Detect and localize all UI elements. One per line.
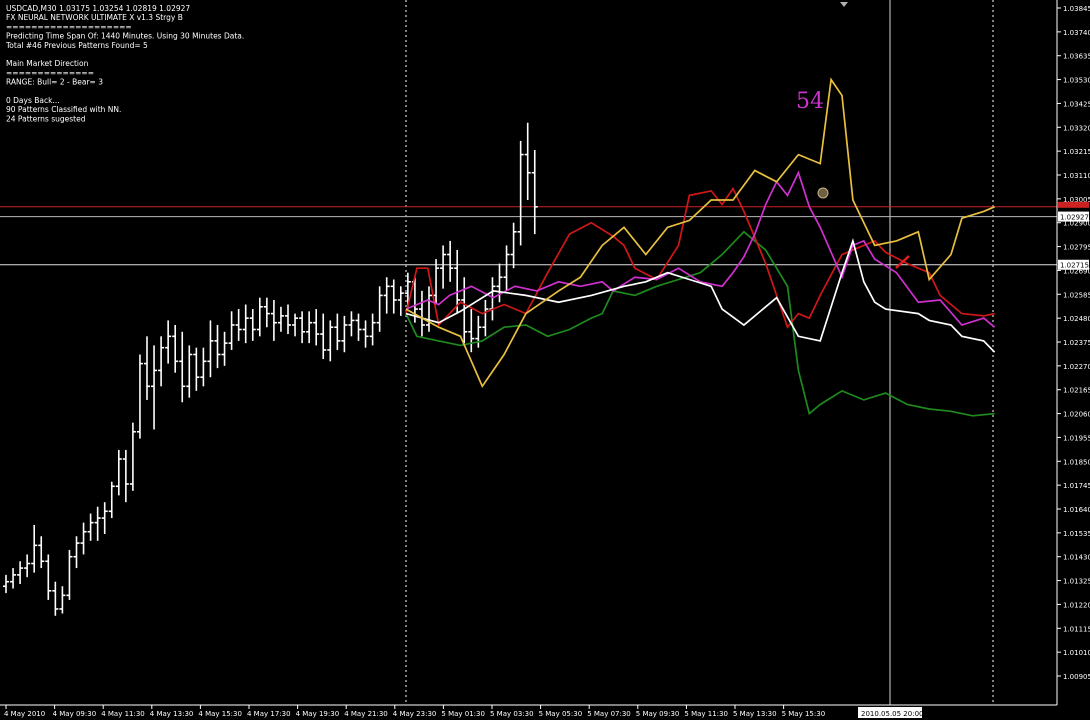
pattern-count-annotation: 54 <box>796 89 824 114</box>
time-tick-label: 5 May 13:30 <box>733 710 777 718</box>
price-tick-label: 1.01115 <box>1063 625 1090 633</box>
price-tick-label: 1.01535 <box>1063 530 1090 538</box>
price-tick-label: 1.01220 <box>1063 601 1090 609</box>
info-line: 90 Patterns Classified with NN. <box>6 105 121 114</box>
time-tick-label: 5 May 09:30 <box>636 710 680 718</box>
price-chart[interactable]: 1.03845 1.03740 1.03635 1.03530 1.03425 1.033… <box>0 0 1090 720</box>
chart-background <box>0 0 1090 720</box>
price-tick-label: 1.03740 <box>1063 29 1090 37</box>
time-tick-label: 5 May 03:30 <box>490 710 534 718</box>
pattern-marker <box>817 187 829 199</box>
price-tick-label: 1.01850 <box>1063 458 1090 466</box>
time-tick-label: 4 May 15:30 <box>198 710 242 718</box>
price-tick-label: 1.01745 <box>1063 482 1090 490</box>
price-tick-label: 1.01955 <box>1063 434 1090 442</box>
info-line: FX NEURAL NETWORK ULTIMATE X v1.3 Strgy … <box>6 13 183 22</box>
price-tick-label: 1.01430 <box>1063 554 1090 562</box>
price-tick-label: 1.03110 <box>1063 172 1090 180</box>
info-line: Main Market Direction <box>6 59 89 68</box>
price-tick-label: 1.03845 <box>1063 5 1090 13</box>
info-line: ==================== <box>6 22 132 31</box>
info-line: Total #46 Previous Patterns Found= 5 <box>5 41 148 50</box>
time-tick-label: 5 May 15:30 <box>782 710 826 718</box>
price-tick-label: 1.01325 <box>1063 578 1090 586</box>
price-tick-label: 1.02585 <box>1063 291 1090 299</box>
time-tick-label: 4 May 19:30 <box>296 710 340 718</box>
time-tick-label: 4 May 13:30 <box>150 710 194 718</box>
price-tick-label: 1.02795 <box>1063 244 1090 252</box>
time-tick-label: 4 May 11:30 <box>101 710 145 718</box>
info-line: ============== <box>6 68 94 77</box>
time-tick-label: 4 May 2010 <box>4 710 45 718</box>
info-line: 24 Patterns sugested <box>6 114 86 123</box>
time-tick-label: 4 May 23:30 <box>393 710 437 718</box>
price-tick-label: 1.01010 <box>1063 649 1090 657</box>
current-price-label: 1.02927 <box>1060 214 1089 222</box>
price-tick-label: 1.03530 <box>1063 77 1090 85</box>
time-tick-label: 4 May 21:30 <box>344 710 388 718</box>
time-tick-label: 5 May 01:30 <box>441 710 485 718</box>
time-tick-label: 5 May 11:30 <box>684 710 728 718</box>
price-tick-label: 1.03215 <box>1063 148 1090 156</box>
price-tick-label: 1.03425 <box>1063 100 1090 108</box>
price-tick-label: 1.02270 <box>1063 363 1090 371</box>
price-tick-label: 1.02165 <box>1063 387 1090 395</box>
info-line: USDCAD,M30 1.03175 1.03254 1.02819 1.029… <box>6 4 190 13</box>
info-line: 0 Days Back... <box>6 96 60 105</box>
price-tick-label: 1.02060 <box>1063 411 1090 419</box>
price-tick-label: 1.00905 <box>1063 673 1090 681</box>
price-tick-label: 1.01640 <box>1063 506 1090 514</box>
red-line-price-box <box>1058 201 1089 208</box>
price-tick-label: 1.02375 <box>1063 339 1090 347</box>
price-tick-label: 1.03635 <box>1063 53 1090 61</box>
price-tick-label: 1.02480 <box>1063 315 1090 323</box>
info-line: RANGE: Bull= 2 - Bear= 3 <box>6 78 103 87</box>
info-line: Predicting Time Span Of: 1440 Minutes. U… <box>6 32 244 41</box>
time-tick-label: 5 May 05:30 <box>539 710 583 718</box>
time-tick-label: 4 May 17:30 <box>247 710 291 718</box>
crosshair-price-label: 1.02715 <box>1060 262 1089 270</box>
price-tick-label: 1.03320 <box>1063 124 1090 132</box>
time-tick-label: 4 May 09:30 <box>53 710 97 718</box>
time-tick-label: 5 May 07:30 <box>587 710 631 718</box>
cursor-time-label: 2010.05.05 20:00 <box>861 710 923 718</box>
